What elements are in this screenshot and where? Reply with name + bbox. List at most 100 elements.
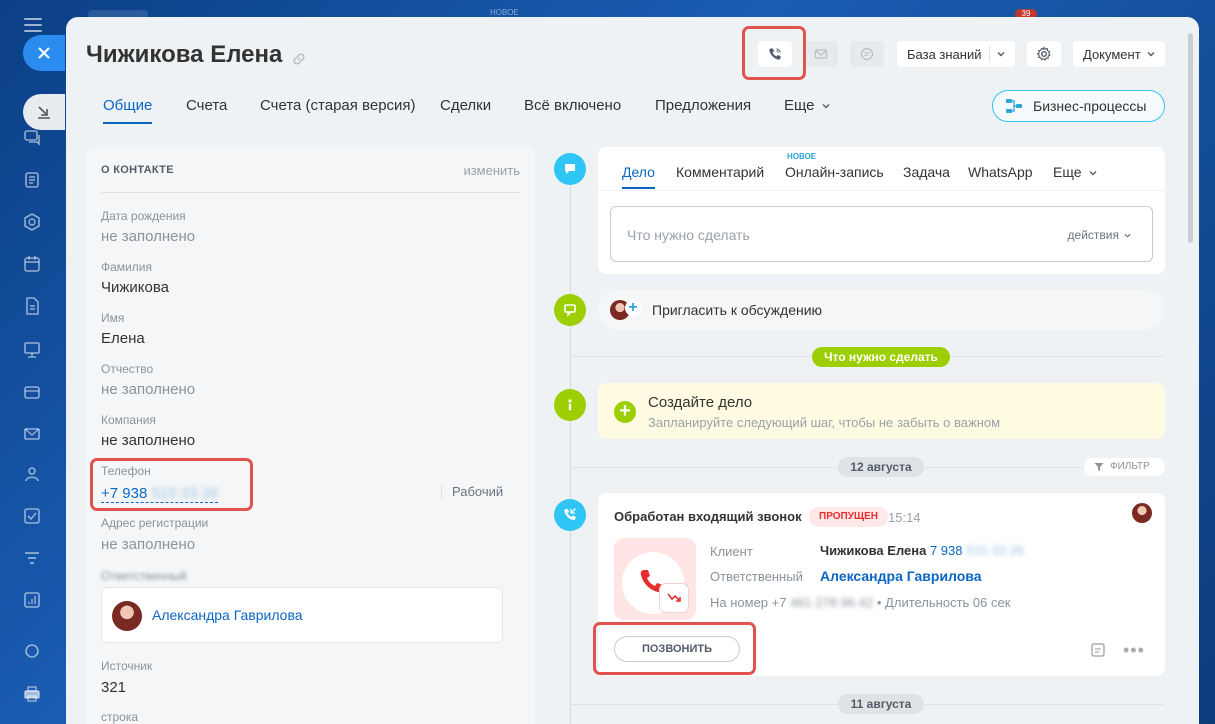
note-icon[interactable] bbox=[1090, 642, 1106, 658]
reports-icon[interactable] bbox=[22, 590, 42, 610]
presentation-icon[interactable] bbox=[22, 340, 42, 360]
gear-icon bbox=[1036, 46, 1051, 61]
timeline-info-icon bbox=[554, 389, 586, 421]
client-name[interactable]: Чижикова Елена bbox=[820, 543, 926, 558]
page-title: Чижикова Елена bbox=[86, 41, 283, 68]
responsible-box[interactable]: Александра Гаврилова bbox=[101, 587, 503, 643]
company-value[interactable]: не заполнено bbox=[101, 432, 195, 449]
tab-quotes[interactable]: Предложения bbox=[655, 97, 751, 114]
close-icon bbox=[38, 47, 50, 59]
composer-tab-comment[interactable]: Комментарий bbox=[676, 164, 764, 180]
call-responsible-name[interactable]: Александра Гаврилова bbox=[820, 568, 982, 584]
number-label: На номер bbox=[710, 595, 769, 610]
avatar bbox=[112, 601, 142, 631]
menu-icon[interactable] bbox=[24, 18, 42, 32]
birth-date-label: Дата рождения bbox=[101, 209, 186, 223]
settings-circle-icon[interactable] bbox=[22, 641, 42, 661]
timeline-line bbox=[570, 167, 571, 724]
document-label: Документ bbox=[1083, 46, 1141, 62]
store-icon[interactable] bbox=[22, 382, 42, 402]
company-label: Компания bbox=[101, 413, 156, 427]
number-hidden: 461 278 96 42 bbox=[790, 595, 874, 610]
contact-slider-panel: Чижикова Елена База знаний Документ Общи… bbox=[66, 17, 1199, 724]
call-title: Обработан входящий звонок bbox=[614, 509, 802, 524]
chat-icon[interactable] bbox=[22, 127, 42, 147]
composer-tab-task[interactable]: Задача bbox=[903, 164, 950, 180]
chevron-down-icon bbox=[1089, 171, 1096, 176]
tab-general[interactable]: Общие bbox=[103, 97, 153, 124]
filter-button[interactable]: ФИЛЬТР bbox=[1084, 458, 1165, 476]
timeline-discussion-icon bbox=[554, 294, 586, 326]
more-icon[interactable]: ••• bbox=[1123, 640, 1145, 661]
chat-bubble-icon bbox=[860, 47, 874, 61]
client-phone-hidden: 515 33 26 bbox=[966, 543, 1024, 558]
call-time: 15:14 bbox=[888, 510, 921, 525]
close-slider-button[interactable] bbox=[23, 35, 65, 71]
printer-icon[interactable] bbox=[22, 684, 42, 704]
avatar[interactable] bbox=[1132, 503, 1152, 523]
link-icon[interactable] bbox=[292, 52, 306, 66]
tab-invoices-old[interactable]: Счета (старая версия) bbox=[260, 97, 416, 114]
composer-tab-whatsapp[interactable]: WhatsApp bbox=[968, 164, 1033, 180]
tab-more[interactable]: Еще bbox=[784, 97, 831, 114]
address-value[interactable]: не заполнено bbox=[101, 536, 195, 553]
settings-button[interactable] bbox=[1027, 41, 1061, 67]
tab-invoices[interactable]: Счета bbox=[186, 97, 227, 114]
composer-tab-activity[interactable]: Дело bbox=[622, 164, 655, 189]
feed-icon[interactable] bbox=[22, 170, 42, 190]
tab-deals[interactable]: Сделки bbox=[440, 97, 491, 114]
chevron-down-icon[interactable] bbox=[996, 49, 1006, 59]
scrollbar[interactable] bbox=[1188, 33, 1193, 243]
knowledge-base-label: База знаний bbox=[907, 46, 982, 62]
name-label: Имя bbox=[101, 311, 125, 325]
divider bbox=[101, 192, 520, 193]
documents-icon[interactable] bbox=[22, 296, 42, 316]
patronymic-label: Отчество bbox=[101, 362, 154, 376]
highlight-call-button bbox=[742, 26, 806, 80]
invite-to-discussion[interactable]: + Пригласить к обсуждению bbox=[598, 290, 1165, 330]
portal-new-label: НОВОЕ bbox=[490, 8, 519, 17]
messenger-button[interactable] bbox=[850, 41, 884, 67]
responsible-name[interactable]: Александра Гаврилова bbox=[152, 607, 303, 623]
tab-all-included[interactable]: Всё включено bbox=[524, 97, 621, 114]
mail-icon[interactable] bbox=[22, 424, 42, 444]
activity-composer: Дело Комментарий НОВОЕ Онлайн-запись Зад… bbox=[598, 147, 1165, 274]
minimize-slider-button[interactable] bbox=[23, 94, 65, 130]
about-contact-card: О КОНТАКТЕ изменить Дата рождения не зап… bbox=[86, 147, 535, 724]
business-processes-label: Бизнес-процессы bbox=[1033, 98, 1147, 114]
actions-dropdown[interactable]: действия bbox=[1068, 228, 1132, 242]
tasks-icon[interactable] bbox=[22, 506, 42, 526]
number-visible: +7 bbox=[771, 595, 787, 610]
missed-call-thumbnail bbox=[614, 538, 696, 620]
create-activity-card[interactable]: + Создайте дело Запланируйте следующий ш… bbox=[598, 383, 1165, 439]
crm-icon[interactable] bbox=[22, 212, 42, 232]
missed-call-badge bbox=[660, 584, 688, 612]
surname-value[interactable]: Чижикова bbox=[101, 279, 169, 296]
composer-tab-more[interactable]: Еще bbox=[1053, 164, 1098, 180]
create-activity-subtitle: Запланируйте следующий шаг, чтобы не заб… bbox=[648, 415, 1001, 430]
responsible-label: Ответственный bbox=[101, 569, 187, 583]
phone-type: Рабочий bbox=[441, 484, 503, 499]
calendar-icon[interactable] bbox=[22, 254, 42, 274]
filter-icon[interactable] bbox=[22, 548, 42, 568]
funnel-icon bbox=[1094, 463, 1104, 471]
todo-section-pill: Что нужно сделать bbox=[812, 347, 950, 367]
birth-date-value[interactable]: не заполнено bbox=[101, 228, 195, 245]
patronymic-value[interactable]: не заполнено bbox=[101, 381, 195, 398]
mail-icon bbox=[814, 49, 828, 59]
status-badge: ПРОПУЩЕН bbox=[809, 507, 888, 527]
todo-input[interactable]: Что нужно сделать действия bbox=[610, 206, 1153, 262]
business-processes-button[interactable]: Бизнес-процессы bbox=[992, 90, 1165, 122]
chevron-down-icon bbox=[1124, 234, 1131, 239]
filter-label: ФИЛЬТР bbox=[1110, 461, 1150, 472]
document-button[interactable]: Документ bbox=[1073, 41, 1165, 67]
email-button[interactable] bbox=[804, 41, 838, 67]
composer-tab-online-booking[interactable]: Онлайн-запись bbox=[785, 164, 884, 180]
edit-link[interactable]: изменить bbox=[463, 163, 520, 178]
knowledge-base-button[interactable]: База знаний bbox=[897, 41, 1015, 67]
client-phone[interactable]: 7 938 bbox=[930, 543, 963, 558]
date-pill: 12 августа bbox=[838, 457, 924, 477]
name-value[interactable]: Елена bbox=[101, 330, 145, 347]
contacts-icon[interactable] bbox=[22, 464, 42, 484]
source-value[interactable]: 321 bbox=[101, 679, 126, 696]
